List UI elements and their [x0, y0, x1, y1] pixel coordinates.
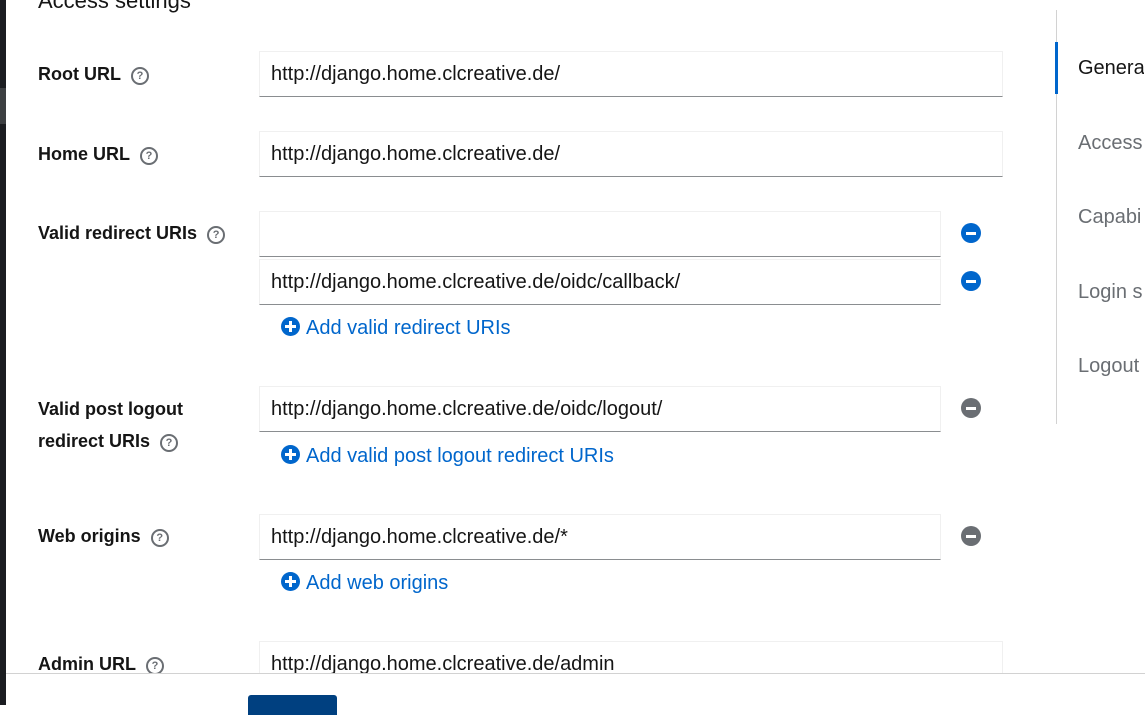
web-origin-input-1[interactable] — [259, 514, 941, 560]
jump-link-logout-settings[interactable]: Logout — [1057, 340, 1145, 392]
root-url-input[interactable] — [259, 51, 1003, 97]
minus-icon — [966, 280, 976, 283]
post-logout-uri-input-1[interactable] — [259, 386, 941, 432]
home-url-input[interactable] — [259, 131, 1003, 177]
redirect-uris-label: Valid redirect URIs? — [38, 217, 226, 249]
left-nav-scroll-marker — [0, 88, 6, 124]
root-url-label: Root URL? — [38, 58, 149, 90]
add-post-logout-uri-button[interactable]: Add valid post logout redirect URIs — [281, 443, 614, 469]
remove-redirect-uri-1-button[interactable] — [961, 223, 981, 243]
form-footer — [6, 673, 1145, 715]
add-web-origin-button[interactable]: Add web origins — [281, 570, 448, 596]
plus-circle-icon — [281, 445, 300, 464]
minus-icon — [966, 232, 976, 235]
section-title: Access settings — [38, 0, 191, 13]
jump-link-login-settings[interactable]: Login s — [1057, 266, 1145, 318]
remove-web-origin-button[interactable] — [961, 526, 981, 546]
jump-link-capabilities[interactable]: Capabi — [1057, 191, 1145, 243]
home-url-label: Home URL? — [38, 138, 159, 170]
help-icon[interactable]: ? — [130, 67, 149, 85]
minus-icon — [966, 407, 976, 410]
add-redirect-uri-button[interactable]: Add valid redirect URIs — [281, 315, 511, 341]
jump-links-nav: General Access Capabi Login s Logout — [1055, 10, 1145, 424]
help-icon[interactable]: ? — [140, 147, 159, 165]
help-icon[interactable]: ? — [207, 226, 226, 244]
redirect-uri-input-1[interactable] — [259, 211, 941, 257]
web-origins-label: Web origins? — [38, 520, 169, 552]
post-logout-label-line2: redirect URIs? — [38, 425, 179, 457]
redirect-uri-input-2[interactable] — [259, 259, 941, 305]
help-icon[interactable]: ? — [160, 434, 179, 452]
post-logout-label-line1: Valid post logout — [38, 399, 183, 419]
left-nav-edge — [0, 0, 6, 705]
remove-post-logout-uri-button[interactable] — [961, 398, 981, 418]
help-icon[interactable]: ? — [150, 529, 169, 547]
jump-link-access[interactable]: Access — [1057, 117, 1145, 169]
jump-link-general[interactable]: General — [1055, 42, 1144, 94]
plus-circle-icon — [281, 572, 300, 591]
plus-circle-icon — [281, 317, 300, 336]
remove-redirect-uri-2-button[interactable] — [961, 271, 981, 291]
save-button[interactable] — [248, 695, 337, 715]
minus-icon — [966, 535, 976, 538]
